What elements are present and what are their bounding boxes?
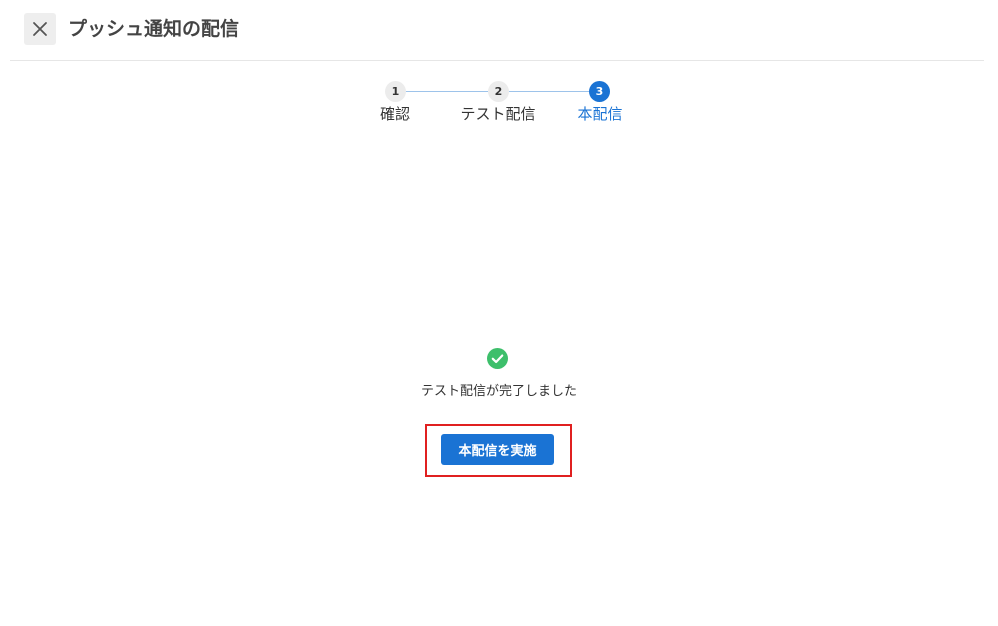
start-production-delivery-button[interactable]: 本配信を実施	[441, 434, 554, 465]
step-2-label: テスト配信	[460, 105, 536, 123]
step-1-number: 1	[385, 81, 406, 102]
stepper-connector	[405, 91, 488, 92]
step-2-number: 2	[488, 81, 509, 102]
step-3-number: 3	[589, 81, 610, 102]
stepper: 1 2 3 確認 テスト配信 本配信	[0, 0, 998, 140]
step-3-label: 本配信	[577, 105, 623, 123]
push-notification-dialog: プッシュ通知の配信 1 2 3 確認 テスト配信 本配信 テスト配信が完了しまし…	[0, 0, 998, 626]
step-1-label: 確認	[379, 105, 410, 123]
stepper-connector	[509, 91, 589, 92]
check-circle-icon	[487, 348, 508, 369]
status-message: テスト配信が完了しました	[420, 384, 577, 399]
